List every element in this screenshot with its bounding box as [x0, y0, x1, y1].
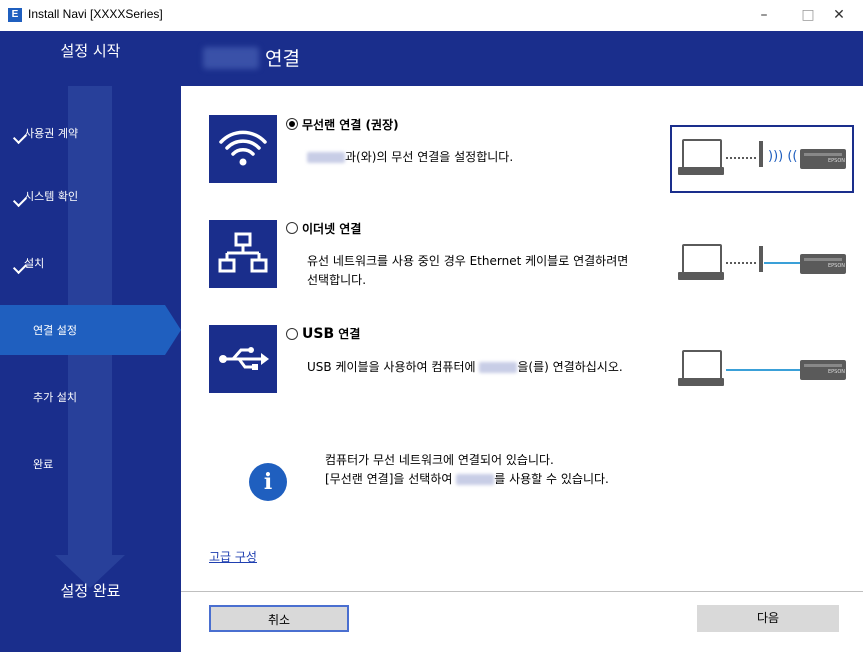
laptop-icon: [682, 139, 722, 169]
usb-diagram: EPSON: [672, 338, 852, 402]
close-button[interactable]: ✕: [817, 2, 861, 28]
redacted-product-name: [203, 47, 259, 69]
ethernet-option-title[interactable]: 이더넷 연결: [302, 220, 361, 237]
laptop-icon: [682, 244, 722, 274]
page-title: 연결: [265, 48, 300, 70]
router-icon: [759, 141, 763, 167]
redacted-product-name: [456, 474, 495, 485]
ethernet-icon: [209, 220, 277, 288]
advanced-config-link[interactable]: 고급 구성: [209, 548, 257, 565]
step-label: 시스템 확인: [24, 190, 79, 203]
sidebar-finish-label: 설정 완료: [60, 582, 121, 600]
ethernet-diagram: EPSON: [672, 232, 852, 296]
app-icon: E: [8, 8, 22, 22]
step-label-finish: 완료: [33, 458, 54, 471]
wireless-option-title[interactable]: 무선랜 연결 (권장): [302, 116, 399, 133]
next-button[interactable]: 다음: [697, 605, 839, 632]
router-icon: [759, 246, 763, 272]
cancel-button[interactable]: 취소: [209, 605, 349, 632]
usb-option-desc: USB 케이블을 사용하여 컴퓨터에 을(를) 연결하십시오.: [307, 360, 623, 374]
ethernet-option-desc: 유선 네트워크를 사용 중인 경우 Ethernet 케이블로 연결하려면 선택…: [307, 254, 629, 287]
wireless-diagram: ))) (( EPSON: [670, 125, 854, 193]
wireless-radio[interactable]: [286, 118, 298, 130]
footer-divider: [181, 591, 863, 592]
info-message: 컴퓨터가 무선 네트워크에 연결되어 있습니다. [무선랜 연결]을 선택하여 …: [325, 453, 609, 486]
step-install: 설치: [0, 255, 181, 301]
cable-line: [726, 369, 800, 371]
cable-line: [764, 262, 800, 264]
usb-option-title[interactable]: USB 연결: [302, 325, 360, 342]
window-title: Install Navi [XXXXSeries]: [28, 7, 163, 21]
usb-radio[interactable]: [286, 328, 298, 340]
step-label: 사용권 계약: [24, 127, 79, 140]
wireless-option-desc: 과(와)의 무선 연결을 설정합니다.: [307, 148, 513, 167]
ethernet-radio[interactable]: [286, 222, 298, 234]
step-label-connection: 연결 설정: [33, 324, 77, 337]
step-active-pointer: [165, 305, 181, 355]
wifi-icon: [209, 115, 277, 183]
printer-icon: EPSON: [800, 149, 846, 169]
redacted-product-name: [479, 362, 518, 373]
printer-icon: EPSON: [800, 254, 846, 274]
printer-icon: EPSON: [800, 360, 846, 380]
info-icon: i: [249, 463, 287, 501]
step-connection-active: [0, 305, 165, 355]
signal-icon: ))) ((: [768, 149, 798, 164]
redacted-product-name: [307, 152, 345, 163]
step-label-additional: 추가 설치: [33, 391, 77, 404]
step-label: 설치: [24, 257, 45, 270]
usb-icon: [209, 325, 277, 393]
laptop-icon: [682, 350, 722, 380]
sidebar-start-label: 설정 시작: [60, 42, 121, 60]
step-license: 사용권 계약: [0, 125, 181, 171]
minimize-button[interactable]: –: [742, 2, 786, 28]
step-system-check: 시스템 확인: [0, 188, 181, 234]
